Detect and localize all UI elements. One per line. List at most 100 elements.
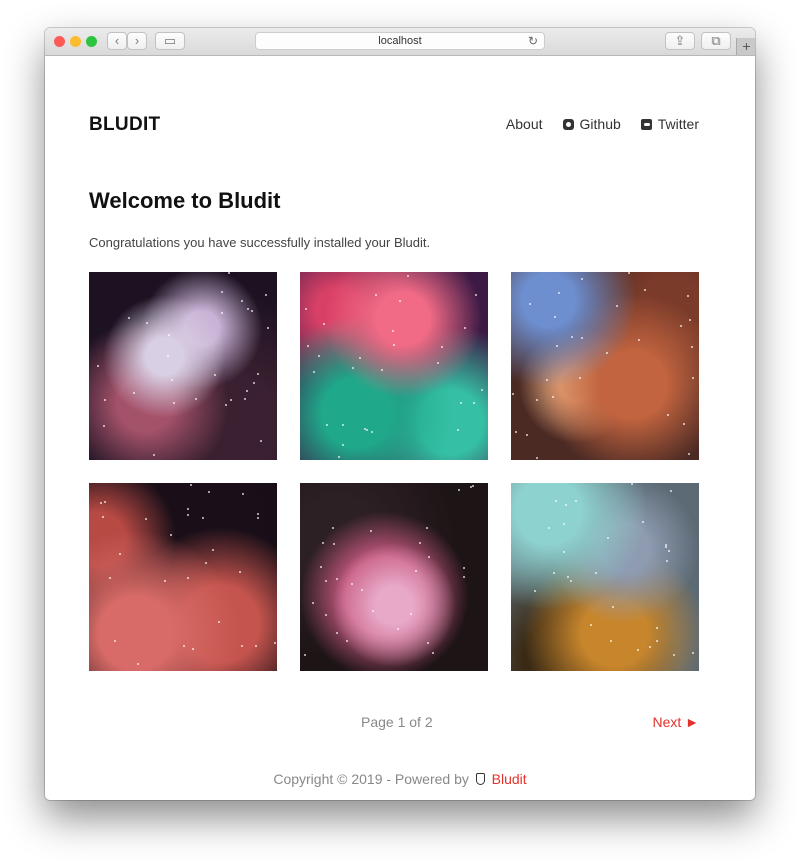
nav-twitter[interactable]: Twitter xyxy=(640,116,699,132)
star-speck xyxy=(247,308,249,310)
star-speck xyxy=(637,649,639,651)
star-speck xyxy=(644,289,646,291)
star-speck xyxy=(437,362,439,364)
footer-bludit-link[interactable]: Bludit xyxy=(492,771,527,787)
star-speck xyxy=(244,398,246,400)
address-bar[interactable]: localhost ↻ xyxy=(255,32,545,50)
tabs-overview-button[interactable]: ⧉ xyxy=(701,32,731,50)
minimize-window-button[interactable] xyxy=(70,36,81,47)
star-speck xyxy=(607,537,609,539)
next-page-link[interactable]: Next ► xyxy=(652,714,699,730)
star-speck xyxy=(97,365,99,367)
star-speck xyxy=(668,550,670,552)
star-speck xyxy=(145,518,147,520)
star-speck xyxy=(556,345,558,347)
star-speck xyxy=(464,327,466,329)
page-info: Page 1 of 2 xyxy=(361,714,433,730)
star-speck xyxy=(187,514,189,516)
gallery-image[interactable] xyxy=(89,272,277,460)
star-speck xyxy=(351,583,353,585)
star-speck xyxy=(371,431,373,433)
star-speck xyxy=(546,379,548,381)
nav-github[interactable]: Github xyxy=(562,116,621,132)
star-speck xyxy=(680,325,682,327)
star-speck xyxy=(318,355,320,357)
star-speck xyxy=(432,652,434,654)
gallery-image[interactable] xyxy=(511,272,699,460)
star-speck xyxy=(167,355,169,357)
star-speck xyxy=(265,294,267,296)
star-speck xyxy=(570,580,572,582)
star-speck xyxy=(253,382,255,384)
star-speck xyxy=(225,404,227,406)
gallery-image[interactable] xyxy=(300,483,488,671)
twitter-icon xyxy=(640,118,652,130)
gallery-image[interactable] xyxy=(511,483,699,671)
nav-about-label: About xyxy=(505,116,543,132)
star-speck xyxy=(548,527,550,529)
site-brand[interactable]: BLUDIT xyxy=(89,114,160,136)
page-lead: Congratulations you have successfully in… xyxy=(89,235,431,250)
close-window-button[interactable] xyxy=(54,36,65,47)
star-speck xyxy=(606,352,608,354)
back-button[interactable]: ‹ xyxy=(107,32,127,50)
star-speck xyxy=(463,567,465,569)
star-speck xyxy=(656,627,658,629)
star-speck xyxy=(168,334,170,336)
star-speck xyxy=(372,610,374,612)
zoom-window-button[interactable] xyxy=(86,36,97,47)
star-speck xyxy=(375,294,377,296)
browser-window: ‹ › ▭ localhost ↻ ⇪ ⧉ + BLUDIT About Git… xyxy=(45,28,755,800)
forward-button[interactable]: › xyxy=(127,32,147,50)
star-speck xyxy=(322,542,324,544)
star-speck xyxy=(239,571,241,573)
star-speck xyxy=(221,312,223,314)
star-speck xyxy=(552,396,554,398)
star-speck xyxy=(114,640,116,642)
star-speck xyxy=(558,292,560,294)
nav-twitter-label: Twitter xyxy=(657,116,699,132)
reload-icon[interactable]: ↻ xyxy=(528,33,538,49)
star-speck xyxy=(214,374,216,376)
star-speck xyxy=(399,300,401,302)
star-speck xyxy=(332,527,334,529)
star-speck xyxy=(683,423,685,425)
star-speck xyxy=(428,556,430,558)
star-speck xyxy=(326,424,328,426)
gallery-image[interactable] xyxy=(89,483,277,671)
star-speck xyxy=(458,489,460,491)
star-speck xyxy=(133,392,135,394)
nav-about[interactable]: About xyxy=(506,116,543,132)
star-speck xyxy=(579,377,581,379)
star-speck xyxy=(392,330,394,332)
star-speck xyxy=(205,562,207,564)
star-speck xyxy=(221,291,223,293)
star-speck xyxy=(212,549,214,551)
star-speck xyxy=(323,323,325,325)
star-speck xyxy=(146,322,148,324)
star-speck xyxy=(481,389,483,391)
star-speck xyxy=(631,483,633,485)
star-speck xyxy=(463,576,465,578)
star-speck xyxy=(670,490,672,492)
share-button[interactable]: ⇪ xyxy=(665,32,695,50)
star-speck xyxy=(228,272,230,274)
star-speck xyxy=(241,300,243,302)
star-speck xyxy=(407,275,409,277)
star-speck xyxy=(267,327,269,329)
star-speck xyxy=(410,613,412,615)
star-speck xyxy=(218,621,220,623)
star-speck xyxy=(612,606,614,608)
star-speck xyxy=(333,543,335,545)
star-speck xyxy=(346,640,348,642)
star-speck xyxy=(128,317,130,319)
star-speck xyxy=(473,402,475,404)
star-speck xyxy=(171,379,173,381)
star-speck xyxy=(208,491,210,493)
new-tab-button[interactable]: + xyxy=(736,38,755,55)
sidebar-toggle-button[interactable]: ▭ xyxy=(155,32,185,50)
gallery-image[interactable] xyxy=(300,272,488,460)
star-speck xyxy=(257,517,259,519)
star-speck xyxy=(183,645,185,647)
star-speck xyxy=(628,272,630,274)
